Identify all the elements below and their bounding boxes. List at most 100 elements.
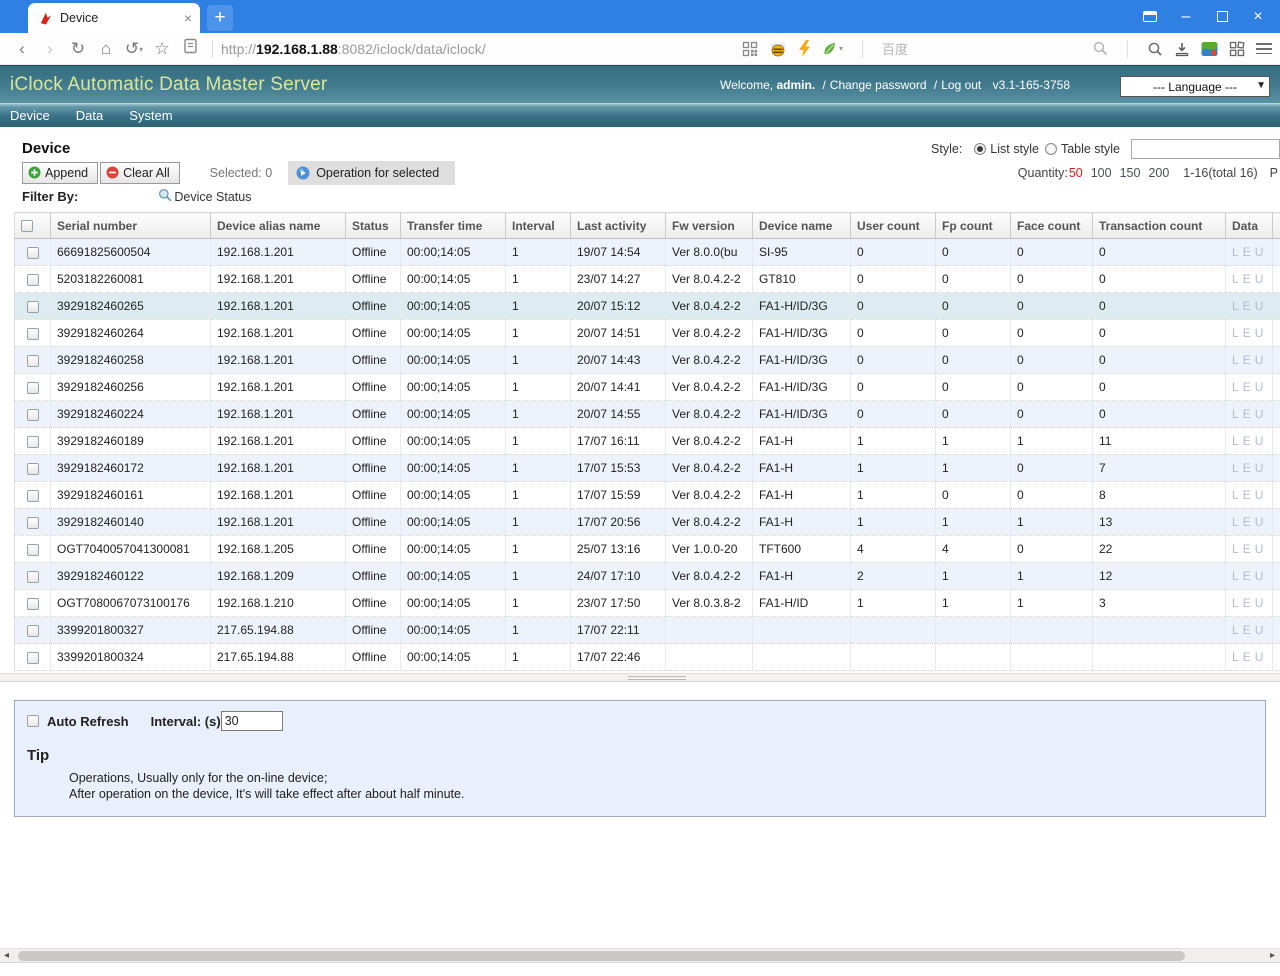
cell-select[interactable] (15, 563, 51, 590)
logout-link[interactable]: Log out (941, 78, 981, 92)
row-checkbox[interactable] (27, 301, 39, 313)
row-checkbox[interactable] (27, 571, 39, 583)
chevron-down-icon[interactable]: ▾ (839, 44, 843, 53)
cell-select[interactable] (15, 455, 51, 482)
cell-serial[interactable]: 3929182460258 (51, 347, 211, 374)
browser-tab[interactable]: Device × (28, 3, 200, 33)
data-link-u[interactable]: U (1255, 461, 1264, 475)
radio-icon[interactable] (1045, 143, 1057, 155)
cell-serial[interactable]: 3399201800327 (51, 617, 211, 644)
cell-serial[interactable]: 5203182260081 (51, 266, 211, 293)
column-header-last-activity[interactable]: Last activity (571, 213, 666, 239)
data-link-e[interactable]: E (1243, 515, 1251, 529)
menu-item-data[interactable]: Data (76, 108, 103, 123)
data-link-e[interactable]: E (1243, 488, 1251, 502)
cell-select[interactable] (15, 536, 51, 563)
qr-code-icon[interactable] (742, 41, 758, 57)
cell-serial[interactable]: 3929182460172 (51, 455, 211, 482)
column-header-user-count[interactable]: User count (851, 213, 936, 239)
cell-select[interactable] (15, 644, 51, 671)
column-header-fp-count[interactable]: Fp count (936, 213, 1011, 239)
menu-item-device[interactable]: Device (10, 108, 50, 123)
cell-select[interactable] (15, 347, 51, 374)
select-all-checkbox[interactable] (21, 220, 33, 232)
device-row[interactable]: 3929182460224192.168.1.201Offline00:00;1… (15, 401, 1280, 428)
tab-close-icon[interactable]: × (184, 10, 192, 26)
back-icon[interactable]: ‹ (8, 39, 36, 59)
column-header-device-alias-name[interactable]: Device alias name (211, 213, 346, 239)
row-checkbox[interactable] (27, 247, 39, 259)
cell-serial[interactable]: 3399201800324 (51, 644, 211, 671)
data-link-u[interactable]: U (1255, 623, 1264, 637)
row-checkbox[interactable] (27, 625, 39, 637)
data-link-l[interactable]: L (1232, 407, 1239, 421)
data-link-u[interactable]: U (1255, 245, 1264, 259)
cell-select[interactable] (15, 239, 51, 266)
menu-icon[interactable] (1256, 43, 1272, 54)
cell-select[interactable] (15, 509, 51, 536)
cell-select[interactable] (15, 320, 51, 347)
data-link-l[interactable]: L (1232, 596, 1239, 610)
data-link-l[interactable]: L (1232, 461, 1239, 475)
data-link-e[interactable]: E (1243, 380, 1251, 394)
column-header-status[interactable]: Status (346, 213, 401, 239)
data-link-e[interactable]: E (1243, 650, 1251, 664)
quantity-option[interactable]: 100 (1091, 166, 1112, 180)
top-right-input[interactable] (1131, 139, 1280, 159)
data-link-l[interactable]: L (1232, 542, 1239, 556)
data-link-e[interactable]: E (1243, 326, 1251, 340)
find-icon[interactable] (1147, 41, 1163, 57)
quantity-option[interactable]: 150 (1120, 166, 1141, 180)
window-minimize-icon[interactable]: – (1168, 0, 1204, 33)
data-link-l[interactable]: L (1232, 623, 1239, 637)
cell-select[interactable] (15, 428, 51, 455)
data-link-u[interactable]: U (1255, 299, 1264, 313)
scrollbar-thumb[interactable] (18, 951, 1185, 961)
data-link-u[interactable]: U (1255, 515, 1264, 529)
data-link-l[interactable]: L (1232, 353, 1239, 367)
address-bar[interactable]: http://192.168.1.88:8082/iclock/data/icl… (221, 41, 486, 57)
data-link-e[interactable]: E (1243, 596, 1251, 610)
menu-item-system[interactable]: System (129, 108, 172, 123)
cell-select[interactable] (15, 374, 51, 401)
row-checkbox[interactable] (27, 409, 39, 421)
bee-icon[interactable] (769, 41, 787, 57)
row-checkbox[interactable] (27, 436, 39, 448)
lightning-icon[interactable] (798, 40, 811, 57)
row-checkbox[interactable] (27, 355, 39, 367)
search-box[interactable]: 百度 (882, 39, 1082, 58)
data-link-u[interactable]: U (1255, 569, 1264, 583)
new-tab-button[interactable]: + (207, 5, 233, 31)
data-link-u[interactable]: U (1255, 596, 1264, 610)
row-checkbox[interactable] (27, 598, 39, 610)
column-header-interval[interactable]: Interval (506, 213, 571, 239)
interval-input[interactable] (221, 711, 283, 731)
column-header-fw-version[interactable]: Fw version (666, 213, 753, 239)
device-row[interactable]: 3929182460256192.168.1.201Offline00:00;1… (15, 374, 1280, 401)
operation-for-selected-button[interactable]: Operation for selected (288, 161, 455, 185)
data-link-u[interactable]: U (1255, 407, 1264, 421)
device-row[interactable]: 3929182460258192.168.1.201Offline00:00;1… (15, 347, 1280, 374)
cell-select[interactable] (15, 617, 51, 644)
cell-serial[interactable]: 3929182460122 (51, 563, 211, 590)
data-link-l[interactable]: L (1232, 569, 1239, 583)
device-row[interactable]: OGT7080067073100176192.168.1.210Offline0… (15, 590, 1280, 617)
data-link-l[interactable]: L (1232, 245, 1239, 259)
data-link-u[interactable]: U (1255, 353, 1264, 367)
data-link-u[interactable]: U (1255, 488, 1264, 502)
data-link-l[interactable]: L (1232, 380, 1239, 394)
cell-select[interactable] (15, 266, 51, 293)
apps-grid-icon[interactable] (1229, 41, 1245, 57)
data-link-u[interactable]: U (1255, 542, 1264, 556)
data-link-e[interactable]: E (1243, 353, 1251, 367)
cell-select[interactable] (15, 401, 51, 428)
bookmark-star-icon[interactable]: ☆ (148, 39, 176, 59)
row-checkbox[interactable] (27, 490, 39, 502)
select-all-header[interactable] (15, 213, 51, 239)
clear-all-button[interactable]: Clear All (100, 162, 180, 184)
row-checkbox[interactable] (27, 328, 39, 340)
device-row[interactable]: 3929182460122192.168.1.209Offline00:00;1… (15, 563, 1280, 590)
data-link-e[interactable]: E (1243, 461, 1251, 475)
column-header-transfer-time[interactable]: Transfer time (401, 213, 506, 239)
data-link-e[interactable]: E (1243, 245, 1251, 259)
